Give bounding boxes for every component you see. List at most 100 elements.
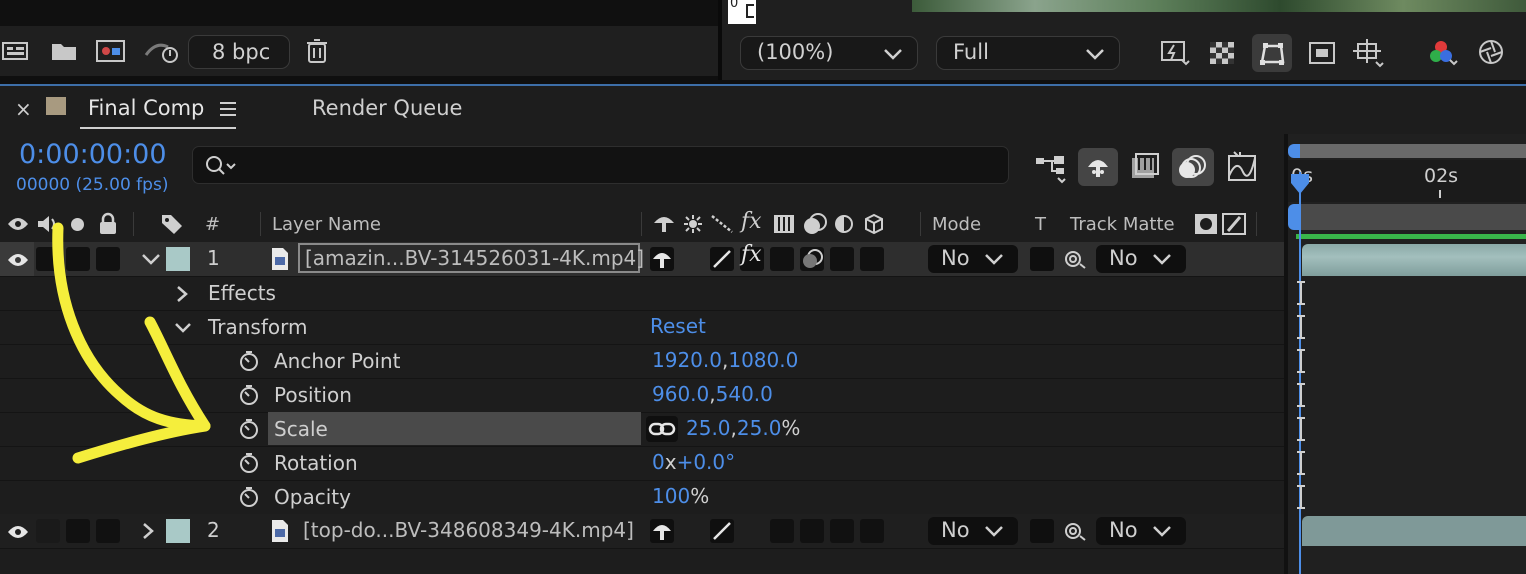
motion-blur-switch[interactable] — [800, 519, 824, 543]
t-header: T — [1035, 214, 1046, 235]
quality-best-icon — [713, 250, 731, 268]
shy-toggle-button[interactable] — [1078, 148, 1118, 186]
property-label: Anchor Point — [274, 349, 401, 373]
shy-switch[interactable] — [650, 519, 674, 543]
value-x[interactable]: 960.0 — [652, 382, 709, 406]
keyframe-ibeam-icon[interactable] — [1296, 280, 1306, 306]
3d-layer-header-icon[interactable] — [863, 213, 885, 235]
transform-reset-link[interactable]: Reset — [650, 314, 706, 338]
keyframe-ibeam-icon[interactable] — [1296, 416, 1306, 442]
keyframe-ibeam-icon[interactable] — [1296, 348, 1306, 374]
property-value[interactable]: 100% — [652, 484, 709, 508]
layer-name-box[interactable]: [amazin...BV-314526031-4K.mp4] — [298, 243, 644, 273]
comp-flowchart-icon[interactable] — [1034, 152, 1068, 184]
matte-alpha-header-icon[interactable] — [1194, 213, 1218, 235]
mask-visibility-button[interactable] — [1252, 34, 1292, 72]
magnification-dropdown[interactable]: (100%) — [740, 36, 918, 70]
property-value[interactable]: 0x+0.0° — [652, 450, 735, 474]
value-x-separator: x — [664, 450, 677, 474]
chevron-down-icon — [884, 49, 902, 60]
property-label: Rotation — [274, 451, 358, 475]
ruler-zero: 0 — [730, 0, 739, 11]
resolution-dropdown[interactable]: Full — [936, 36, 1120, 70]
keyframe-ibeam-icon[interactable] — [1296, 450, 1306, 476]
collapse-transform-header-icon[interactable] — [683, 214, 703, 234]
layer-1-duration-bar[interactable] — [1302, 244, 1526, 276]
property-value[interactable]: 960.0,540.0 — [652, 382, 773, 406]
property-value[interactable]: 1920.0,1080.0 — [652, 348, 798, 372]
adjustment-layer-header-icon[interactable] — [834, 214, 854, 234]
quality-header-icon[interactable] — [710, 214, 734, 234]
motion-blur-toggle-button[interactable] — [1172, 148, 1214, 186]
blend-mode-dropdown[interactable]: No — [928, 245, 1018, 273]
matte-invert-header-icon[interactable] — [1222, 213, 1246, 235]
mask-path-icon — [1260, 43, 1285, 65]
frame-blend-switch[interactable] — [770, 247, 794, 271]
value-degrees[interactable]: +0.0° — [677, 450, 736, 474]
playhead-icon[interactable] — [1290, 172, 1310, 196]
3d-layer-switch[interactable] — [860, 519, 884, 543]
value-turns[interactable]: 0 — [652, 450, 665, 474]
value-x[interactable]: 25.0 — [686, 416, 731, 440]
exposure-icon[interactable] — [1478, 39, 1504, 65]
value-y[interactable]: 540.0 — [716, 382, 773, 406]
fx-icon: fx — [741, 242, 762, 267]
value-unit: % — [781, 416, 801, 440]
value-unit: % — [690, 484, 710, 508]
work-area-start-handle[interactable] — [1288, 144, 1300, 158]
motion-blur-switch[interactable] — [800, 247, 824, 271]
frame-blending-icon[interactable] — [1130, 152, 1162, 182]
adjustment-layer-switch[interactable] — [830, 519, 854, 543]
motion-blur-icon — [803, 249, 823, 268]
preserve-transparency-switch[interactable] — [1030, 519, 1054, 543]
chevron-down-icon — [1086, 49, 1104, 60]
graph-editor-icon[interactable] — [1226, 150, 1260, 184]
shy-switch[interactable] — [650, 247, 674, 271]
time-ruler[interactable] — [1288, 160, 1526, 202]
tab-render-queue[interactable]: Render Queue — [312, 96, 462, 120]
blend-mode-dropdown[interactable]: No — [928, 517, 1018, 545]
property-value[interactable]: 25.0,25.0% — [686, 416, 800, 440]
track-matte-dropdown[interactable]: No — [1096, 245, 1186, 273]
track-matte-dropdown[interactable]: No — [1096, 517, 1186, 545]
keyframe-ibeam-icon[interactable] — [1296, 382, 1306, 408]
value-y[interactable]: 1080.0 — [728, 348, 798, 372]
header-divider — [641, 212, 642, 236]
effects-switch[interactable]: fx — [740, 242, 764, 271]
layer-2-duration-bar[interactable] — [1302, 516, 1526, 546]
layer-search-input[interactable] — [192, 146, 1009, 184]
track-matte-header: Track Matte — [1070, 214, 1175, 235]
fast-previews-icon[interactable] — [1160, 40, 1190, 66]
layer-name-header[interactable]: Layer Name — [272, 214, 381, 235]
value-x[interactable]: 1920.0 — [652, 348, 722, 372]
pick-whip-icon[interactable] — [1064, 520, 1088, 542]
motion-blur-header-icon[interactable] — [802, 212, 828, 236]
header-divider — [920, 212, 921, 236]
transparency-grid-icon[interactable] — [1210, 42, 1234, 64]
navigator-bar[interactable] — [1296, 204, 1526, 230]
value-y[interactable]: 25.0 — [737, 416, 782, 440]
trash-icon[interactable] — [305, 38, 329, 64]
region-of-interest-icon[interactable] — [1308, 41, 1336, 65]
3d-layer-switch[interactable] — [860, 247, 884, 271]
frame-blend-switch[interactable] — [770, 519, 794, 543]
grid-guides-icon[interactable] — [1352, 38, 1384, 68]
preserve-transparency-switch[interactable] — [1030, 247, 1054, 271]
value-opacity[interactable]: 100 — [652, 484, 690, 508]
color-channels-icon[interactable] — [1428, 38, 1458, 66]
keyframe-ibeam-icon[interactable] — [1296, 484, 1306, 510]
work-area-bar[interactable] — [1296, 144, 1526, 158]
layer-name: [amazin...BV-314526031-4K.mp4] — [305, 246, 645, 270]
chevron-down-icon — [1153, 526, 1171, 537]
adjustment-layer-switch[interactable] — [830, 247, 854, 271]
quality-switch[interactable] — [710, 247, 734, 271]
keyframe-ibeam-icon[interactable] — [1296, 314, 1306, 340]
effects-header-icon[interactable]: fx — [741, 209, 762, 234]
layer-name[interactable]: [top-do...BV-348608349-4K.mp4] — [303, 518, 634, 542]
frame-blend-header-icon[interactable] — [772, 213, 796, 235]
constrain-proportions-toggle[interactable] — [646, 416, 678, 442]
quality-switch[interactable] — [710, 519, 734, 543]
shy-icon — [653, 525, 671, 540]
pick-whip-icon[interactable] — [1064, 248, 1088, 270]
shy-header-icon[interactable] — [652, 214, 676, 234]
